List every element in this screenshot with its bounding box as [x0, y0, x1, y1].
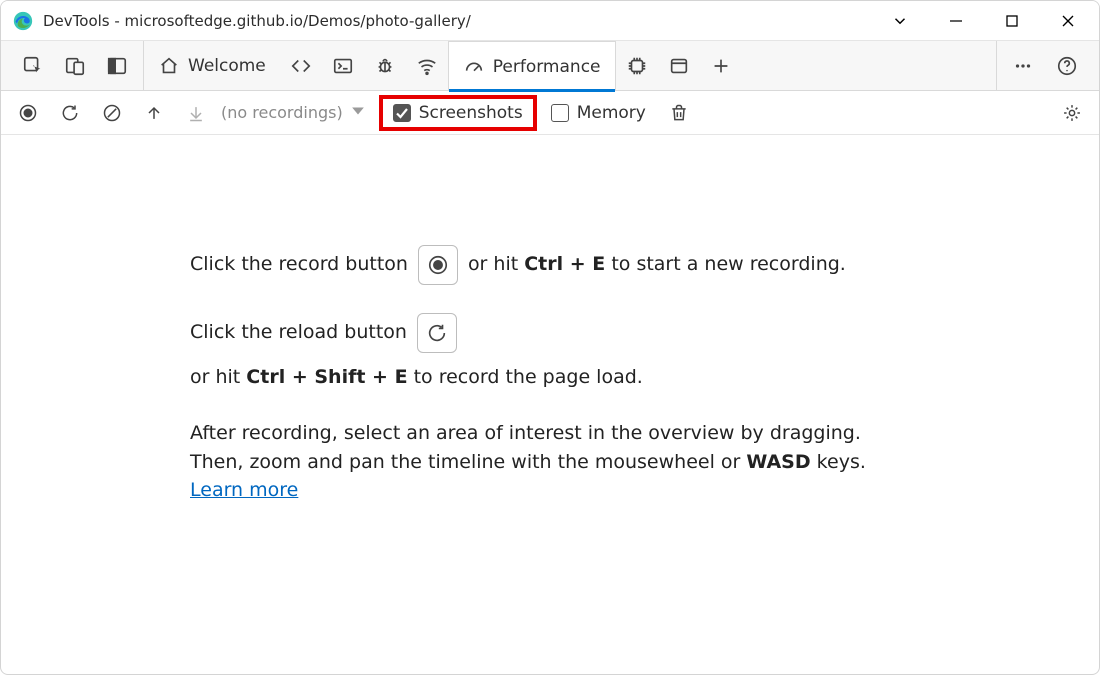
hint-paragraph: After recording, select an area of inter… — [190, 419, 910, 505]
clear-button[interactable] — [93, 95, 131, 131]
capture-settings-button[interactable] — [1053, 95, 1091, 131]
record-button[interactable] — [9, 95, 47, 131]
load-profile-button[interactable] — [135, 95, 173, 131]
tabs: Welcome Performance — [144, 41, 996, 90]
dropdown-caret-icon[interactable] — [351, 104, 365, 122]
save-profile-button[interactable] — [177, 95, 215, 131]
performance-empty-state: Click the record button or hit Ctrl + E … — [1, 135, 1099, 674]
chip-icon — [626, 55, 648, 77]
home-icon — [158, 55, 180, 77]
tab-application[interactable] — [658, 41, 700, 90]
hint-row-record: Click the record button or hit Ctrl + E … — [190, 245, 910, 285]
screenshots-checkbox-group[interactable]: Screenshots — [379, 95, 537, 131]
more-options-button[interactable] — [1003, 46, 1043, 86]
dots-horizontal-icon — [1012, 55, 1034, 77]
arrow-up-icon — [144, 103, 164, 123]
elements-icon — [290, 55, 312, 77]
hint-text: to start a new recording. — [611, 253, 846, 275]
plus-icon — [710, 55, 732, 77]
tab-welcome[interactable]: Welcome — [144, 41, 280, 90]
tab-bar: Welcome Performance — [1, 41, 1099, 91]
reload-record-button[interactable] — [51, 95, 89, 131]
minimize-button[interactable] — [933, 5, 979, 37]
tab-elements[interactable] — [280, 41, 322, 90]
tab-console[interactable] — [322, 41, 364, 90]
record-button-illustration — [418, 245, 458, 285]
reload-icon — [60, 103, 80, 123]
keyboard-shortcut: Ctrl + Shift + E — [246, 366, 407, 388]
device-toolbar-icon[interactable] — [55, 46, 95, 86]
tab-network[interactable] — [406, 41, 448, 90]
tab-performance-label: Performance — [493, 57, 601, 77]
hint-text: or hit — [468, 253, 518, 275]
hint-text: to record the page load. — [414, 366, 643, 388]
screenshots-checkbox[interactable] — [393, 104, 411, 122]
console-icon — [332, 55, 354, 77]
screenshots-label: Screenshots — [419, 103, 523, 123]
hint-text: Click the reload button — [190, 318, 407, 347]
gear-icon — [1062, 103, 1082, 123]
hint-text: or hit — [190, 366, 240, 388]
garbage-collect-button[interactable] — [660, 95, 698, 131]
dock-side-icon[interactable] — [97, 46, 137, 86]
help-icon — [1056, 55, 1078, 77]
tabbar-right — [996, 41, 1093, 90]
hint-text: Click the record button — [190, 250, 408, 279]
devtools-window: DevTools - microsoftedge.github.io/Demos… — [0, 0, 1100, 675]
keyboard-shortcut: WASD — [746, 451, 810, 473]
recordings-selector[interactable]: (no recordings) — [221, 103, 343, 122]
hint-row-reload: Click the reload button or hit Ctrl + Sh… — [190, 313, 910, 392]
memory-checkbox-group[interactable]: Memory — [541, 99, 656, 127]
keyboard-shortcut: Ctrl + E — [524, 253, 605, 275]
tab-memory[interactable] — [616, 41, 658, 90]
application-icon — [668, 55, 690, 77]
clear-icon — [102, 103, 122, 123]
titlebar: DevTools - microsoftedge.github.io/Demos… — [1, 1, 1099, 41]
close-button[interactable] — [1045, 5, 1091, 37]
window-title: DevTools - microsoftedge.github.io/Demos… — [43, 12, 471, 30]
tab-sources[interactable] — [364, 41, 406, 90]
wifi-icon — [416, 55, 438, 77]
memory-label: Memory — [577, 103, 646, 123]
memory-checkbox[interactable] — [551, 104, 569, 122]
performance-gauge-icon — [463, 56, 485, 78]
bug-icon — [374, 55, 396, 77]
maximize-button[interactable] — [989, 5, 1035, 37]
tab-performance[interactable]: Performance — [448, 41, 616, 91]
learn-more-link[interactable]: Learn more — [190, 479, 298, 501]
chevron-down-icon[interactable] — [877, 5, 923, 37]
record-icon — [18, 103, 38, 123]
performance-toolbar: (no recordings) Screenshots Memory — [1, 91, 1099, 135]
dock-controls — [7, 41, 144, 90]
help-button[interactable] — [1047, 46, 1087, 86]
reload-button-illustration — [417, 313, 457, 353]
inspect-element-icon[interactable] — [13, 46, 53, 86]
hint-text: keys. — [811, 451, 866, 473]
add-tab-button[interactable] — [700, 41, 742, 90]
edge-app-icon — [13, 11, 33, 31]
trash-icon — [669, 103, 689, 123]
tab-welcome-label: Welcome — [188, 56, 266, 76]
check-icon — [395, 106, 409, 120]
arrow-down-icon — [186, 103, 206, 123]
